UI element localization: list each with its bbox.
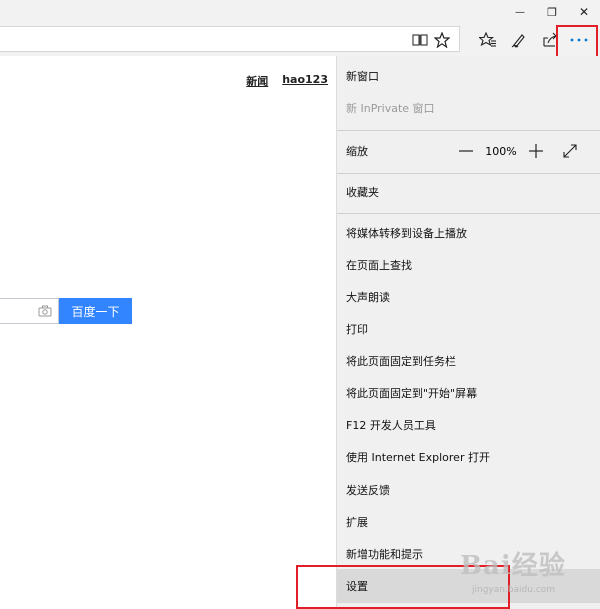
search-button[interactable]: 百度一下 xyxy=(59,298,132,324)
zoom-controls: 100% xyxy=(452,137,584,165)
hub-icon[interactable] xyxy=(474,26,502,54)
web-note-icon[interactable] xyxy=(505,26,533,54)
watermark-url: jingyan.baidu.com xyxy=(472,585,556,595)
menu-divider xyxy=(337,130,600,131)
page-content: 新闻 hao123 百度一下 xyxy=(0,56,336,609)
menu-item-cast-media[interactable]: 将媒体转移到设备上播放 xyxy=(337,217,600,249)
menu-item-open-ie[interactable]: 使用 Internet Explorer 打开 xyxy=(337,441,600,473)
close-icon: ✕ xyxy=(578,5,590,19)
menu-item-find-on-page[interactable]: 在页面上查找 xyxy=(337,249,600,281)
hao123-link[interactable]: hao123 xyxy=(282,73,328,89)
favorite-star-icon[interactable] xyxy=(428,26,456,54)
menu-item-devtools[interactable]: F12 开发人员工具 xyxy=(337,409,600,441)
menu-item-print[interactable]: 打印 xyxy=(337,313,600,345)
menu-divider xyxy=(337,173,600,174)
minimize-button[interactable]: — xyxy=(504,0,536,24)
toolbar xyxy=(0,24,600,56)
address-bar[interactable] xyxy=(0,26,460,52)
zoom-in-button[interactable] xyxy=(522,137,550,165)
fullscreen-icon[interactable] xyxy=(556,137,584,165)
menu-item-pin-taskbar[interactable]: 将此页面固定到任务栏 xyxy=(337,345,600,377)
menu-item-new-inprivate[interactable]: 新 InPrivate 窗口 xyxy=(337,92,600,124)
search-input[interactable] xyxy=(0,298,59,324)
menu-item-read-aloud[interactable]: 大声朗读 xyxy=(337,281,600,313)
zoom-label: 缩放 xyxy=(346,145,368,158)
restore-icon: ❐ xyxy=(547,5,557,19)
more-menu: 新窗口 新 InPrivate 窗口 缩放 100% 收藏夹 将媒体转移到设备上… xyxy=(336,56,600,609)
top-links: 新闻 hao123 xyxy=(246,73,328,89)
title-bar: — ❐ ✕ xyxy=(0,0,600,24)
zoom-value: 100% xyxy=(485,144,517,158)
menu-item-extensions[interactable]: 扩展 xyxy=(337,506,600,538)
menu-item-feedback[interactable]: 发送反馈 xyxy=(337,474,600,506)
menu-item-new-window[interactable]: 新窗口 xyxy=(337,60,600,92)
more-button-highlight xyxy=(556,25,598,60)
zoom-out-button[interactable] xyxy=(452,137,480,165)
baidu-jingyan-watermark: Bai经验 jingyan.baidu.com xyxy=(440,545,600,609)
watermark-logo: Bai经验 xyxy=(460,551,566,581)
restore-button[interactable]: ❐ xyxy=(536,0,568,24)
camera-icon[interactable] xyxy=(38,305,52,320)
minimize-icon: — xyxy=(515,6,525,18)
news-link[interactable]: 新闻 xyxy=(246,73,268,89)
close-button[interactable]: ✕ xyxy=(568,0,600,24)
menu-item-pin-start[interactable]: 将此页面固定到"开始"屏幕 xyxy=(337,377,600,409)
menu-divider xyxy=(337,213,600,214)
menu-item-favorites[interactable]: 收藏夹 xyxy=(337,176,600,208)
